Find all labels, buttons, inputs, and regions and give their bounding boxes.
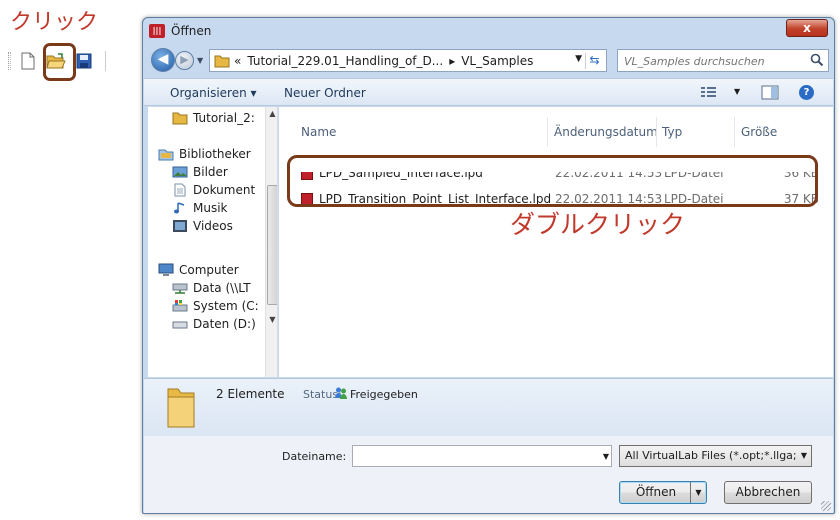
- view-options-icon[interactable]: [700, 85, 718, 99]
- nav-scroll-thumb[interactable]: [267, 185, 277, 305]
- nav-item-tutorial[interactable]: Tutorial_2:: [172, 109, 255, 127]
- breadcrumb-prefix[interactable]: «: [234, 54, 241, 68]
- nav-item-label: System (C:: [193, 299, 259, 313]
- item-count: 2 Elemente: [216, 387, 285, 401]
- resize-grip[interactable]: [821, 501, 831, 511]
- nav-item-videos[interactable]: Videos: [172, 217, 233, 235]
- search-icon[interactable]: [810, 53, 824, 67]
- nav-item-label: Bilder: [193, 165, 228, 179]
- column-size[interactable]: Größe: [741, 125, 777, 139]
- nav-item-libraries[interactable]: Bibliotheker: [158, 145, 251, 163]
- refresh-icon[interactable]: ⇆: [585, 53, 603, 69]
- system-drive-icon: [172, 300, 188, 312]
- address-row: ◀ ▶ ▼ « Tutorial_229.01_Handling_of_D...…: [149, 48, 829, 74]
- close-button[interactable]: x: [786, 19, 828, 37]
- organize-menu[interactable]: Organisieren ▾: [170, 86, 257, 100]
- back-arrow-icon: ◀: [157, 51, 169, 67]
- new-document-icon[interactable]: [17, 50, 39, 72]
- nav-item-label: Tutorial_2:: [193, 111, 255, 125]
- help-icon[interactable]: ?: [799, 85, 814, 100]
- nav-item-label: Data (\\LT: [193, 281, 251, 295]
- nav-item-label: Bibliotheker: [179, 147, 251, 161]
- filter-dropdown-icon[interactable]: ▼: [801, 451, 807, 460]
- column-separator: [547, 117, 548, 147]
- open-split-dropdown-icon[interactable]: ▼: [690, 482, 706, 503]
- file-type-filter[interactable]: All VirtualLab Files (*.opt;*.llga; ▼: [619, 445, 812, 467]
- navigation-pane: Tutorial_2: Bibliotheker Bilder Dokument…: [148, 107, 278, 377]
- column-type[interactable]: Typ: [662, 125, 682, 139]
- nav-item-pictures[interactable]: Bilder: [172, 163, 228, 181]
- nav-item-computer[interactable]: Computer: [158, 261, 239, 279]
- network-drive-icon: [172, 283, 188, 294]
- toolbar: [8, 50, 120, 72]
- recent-pages-dropdown-icon[interactable]: ▼: [197, 56, 203, 65]
- nav-item-music[interactable]: Musik: [172, 199, 228, 217]
- computer-icon: [158, 263, 174, 276]
- shared-users-icon: [335, 387, 347, 399]
- search-input[interactable]: [624, 51, 804, 71]
- nav-item-documents[interactable]: Dokument: [172, 181, 255, 199]
- new-folder-button[interactable]: Neuer Ordner: [284, 86, 366, 100]
- file-list: Name Änderungsdatum Typ Größe LPD_Sample…: [279, 107, 833, 377]
- libraries-icon: [158, 149, 174, 161]
- column-name[interactable]: Name: [301, 125, 336, 139]
- pictures-icon: [172, 166, 188, 178]
- nav-item-label: Videos: [193, 219, 233, 233]
- cancel-button[interactable]: Abbrechen: [724, 481, 812, 504]
- nav-item-system-drive[interactable]: System (C:: [172, 297, 259, 315]
- nav-item-label: Computer: [179, 263, 239, 277]
- nav-scrollbar[interactable]: ▲ ▼: [265, 107, 277, 377]
- breadcrumb-separator[interactable]: ▸: [449, 54, 455, 68]
- drive-icon: [172, 321, 188, 329]
- nav-item-label: Daten (D:): [193, 317, 256, 331]
- nav-item-network-drive[interactable]: Data (\\LT: [172, 279, 251, 297]
- command-bar: Organisieren ▾ Neuer Ordner ▼ ?: [144, 78, 833, 106]
- toolbar-grip: [8, 52, 11, 70]
- filename-combobox[interactable]: ▼: [352, 445, 612, 467]
- preview-pane-icon[interactable]: [761, 85, 779, 100]
- filename-input[interactable]: [356, 447, 596, 465]
- open-dialog: ||| Öffnen x ◀ ▶ ▼ « Tutorial_229.01_Han…: [142, 17, 835, 514]
- folder-icon: [214, 55, 230, 67]
- videos-icon: [173, 220, 187, 232]
- folder-icon: [172, 112, 188, 125]
- filter-label: All VirtualLab Files (*.opt;*.llga;: [625, 449, 797, 462]
- open-button[interactable]: Öffnen ▼: [619, 481, 707, 504]
- nav-item-data-drive[interactable]: Daten (D:): [172, 315, 256, 333]
- breadcrumb-vl-samples[interactable]: VL_Samples: [461, 54, 533, 68]
- back-button[interactable]: ◀: [151, 48, 175, 72]
- filename-dropdown-icon[interactable]: ▼: [603, 452, 609, 461]
- forward-button[interactable]: ▶: [175, 51, 194, 70]
- music-icon: [174, 202, 185, 214]
- column-separator: [656, 117, 657, 147]
- save-icon[interactable]: [73, 50, 95, 72]
- open-folder-icon[interactable]: [45, 50, 67, 72]
- double-click-annotation: ダブルクリック: [510, 210, 686, 239]
- breadcrumb-tutorial[interactable]: Tutorial_229.01_Handling_of_D...: [247, 54, 443, 68]
- scroll-down-icon[interactable]: ▼: [266, 315, 277, 324]
- column-date[interactable]: Änderungsdatum: [554, 125, 658, 139]
- address-bar[interactable]: « Tutorial_229.01_Handling_of_D... ▸ VL_…: [209, 49, 607, 72]
- status-value: Freigegeben: [350, 388, 418, 401]
- address-dropdown-icon[interactable]: ▼: [575, 54, 582, 64]
- dialog-title: Öffnen: [171, 24, 212, 38]
- scroll-up-icon[interactable]: ▲: [266, 109, 277, 118]
- folder-icon: [167, 388, 195, 428]
- toolbar-separator: [105, 51, 106, 71]
- open-button-label: Öffnen: [635, 485, 677, 499]
- details-pane: 2 Elemente Status: Freigegeben: [144, 378, 833, 436]
- files-highlight: [287, 155, 818, 207]
- nav-item-label: Musik: [193, 201, 228, 215]
- documents-icon: [174, 183, 186, 197]
- column-separator: [734, 117, 735, 147]
- view-dropdown-icon[interactable]: ▼: [734, 87, 740, 96]
- app-icon: |||: [149, 24, 165, 38]
- search-box[interactable]: [617, 49, 829, 72]
- nav-item-label: Dokument: [193, 183, 256, 197]
- forward-arrow-icon: ▶: [180, 53, 189, 66]
- filename-label: Dateiname:: [282, 450, 347, 463]
- bottom-panel: Dateiname: ▼ All VirtualLab Files (*.opt…: [144, 436, 833, 513]
- title-bar[interactable]: ||| Öffnen x: [143, 18, 834, 44]
- click-annotation: クリック: [10, 10, 99, 35]
